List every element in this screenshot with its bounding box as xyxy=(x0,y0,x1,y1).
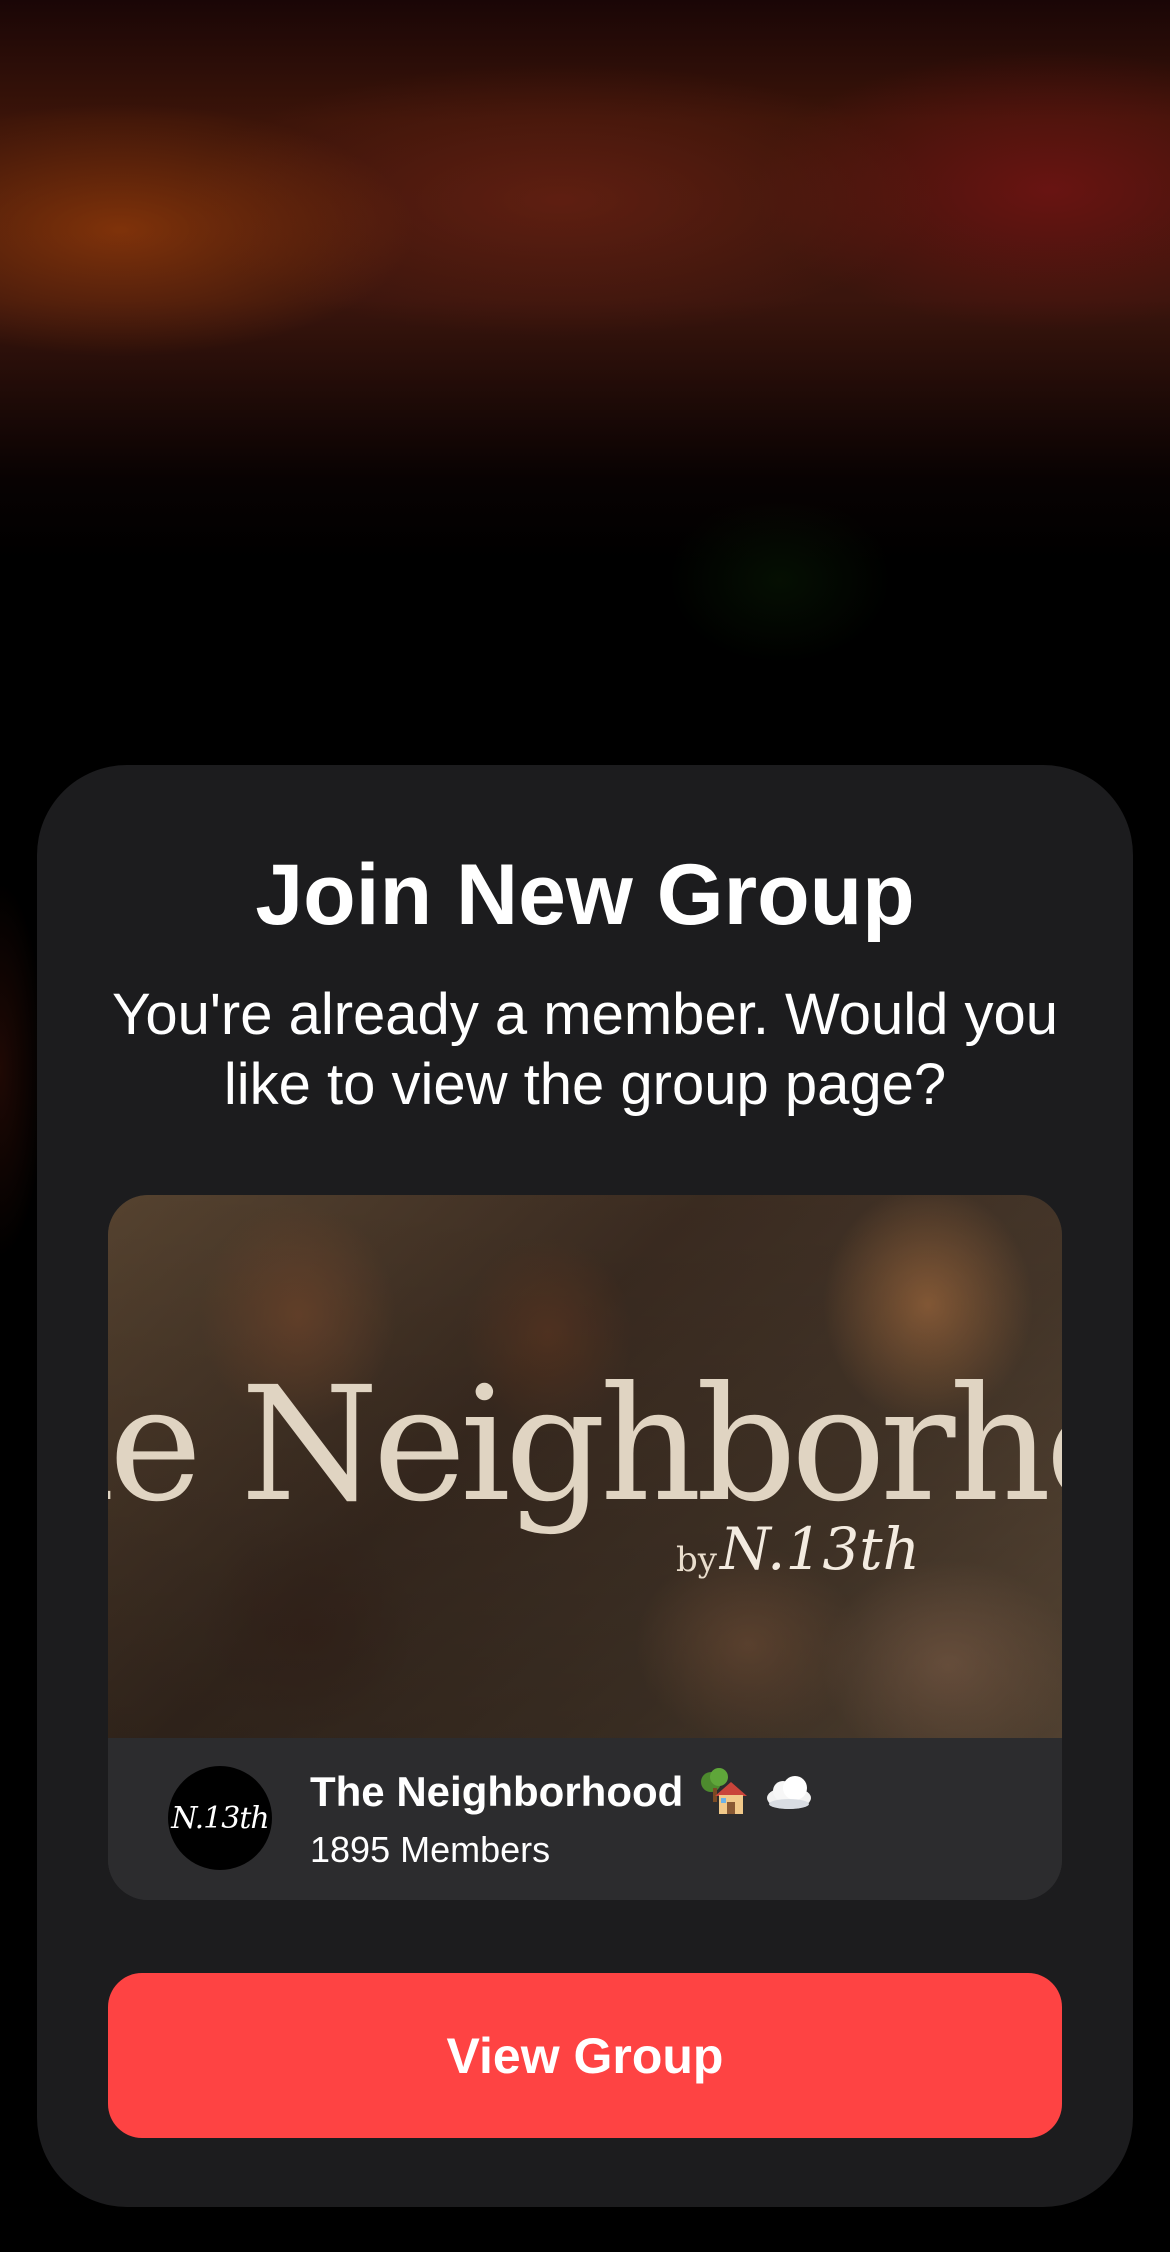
group-banner-image: he Neighborhood by N.13th xyxy=(108,1195,1062,1738)
group-avatar: N.13th xyxy=(168,1766,272,1870)
join-group-sheet: Join New Group You're already a member. … xyxy=(37,765,1133,2207)
banner-title-text: he Neighborhood xyxy=(108,1353,1062,1537)
cloud-icon xyxy=(763,1766,815,1818)
banner-by-text: by xyxy=(676,1540,717,1580)
avatar-logo-text: N.13th xyxy=(171,1800,269,1836)
screen: Join New Group You're already a member. … xyxy=(0,0,1170,2252)
house-with-tree-icon xyxy=(697,1766,749,1818)
group-name-line: The Neighborhood xyxy=(310,1766,815,1818)
blurred-background[interactable] xyxy=(0,0,1170,800)
view-group-button[interactable]: View Group xyxy=(108,1973,1062,2138)
group-info-row: N.13th The Neighborhood 1895 Members xyxy=(108,1738,1062,1900)
group-name: The Neighborhood xyxy=(310,1768,684,1815)
sheet-title: Join New Group xyxy=(255,847,915,943)
banner-logo-text: N.13th xyxy=(720,1515,920,1583)
group-preview-card[interactable]: he Neighborhood by N.13th N.13th The Nei… xyxy=(108,1195,1062,1900)
sheet-message: You're already a member. Would you like … xyxy=(111,982,1059,1117)
group-member-count: 1895 Members xyxy=(310,1829,551,1870)
